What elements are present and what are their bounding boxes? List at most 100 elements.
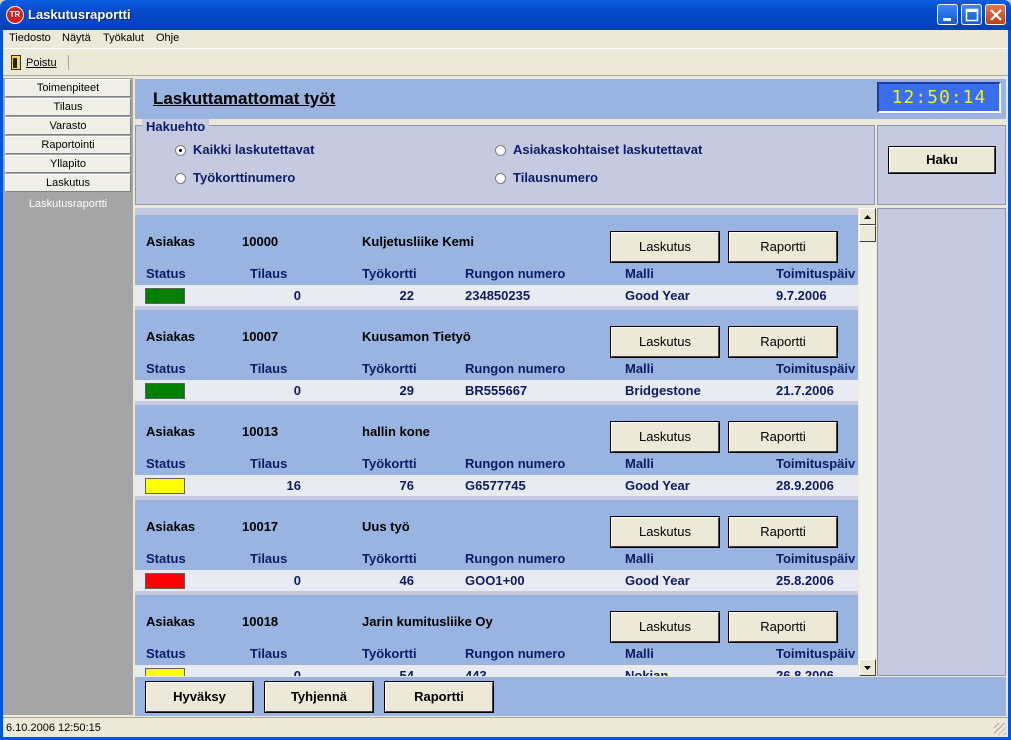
- report-button[interactable]: Raportti: [728, 421, 838, 453]
- customer-name: Kuljetusliike Kemi: [362, 234, 474, 249]
- exit-button[interactable]: Poistu: [26, 57, 57, 69]
- accept-button[interactable]: Hyväksy: [145, 681, 254, 713]
- report-button[interactable]: Raportti: [728, 326, 838, 358]
- invoice-button[interactable]: Laskutus: [610, 421, 720, 453]
- invoice-button[interactable]: Laskutus: [610, 326, 720, 358]
- search-button[interactable]: Haku: [888, 146, 996, 174]
- status-header: Status: [146, 456, 186, 471]
- menu-nayta[interactable]: Näytä: [62, 32, 91, 44]
- chassis-header: Rungon numero: [465, 551, 566, 566]
- order-value: 16: [286, 478, 301, 493]
- sidebar-subitem-laskutusraportti[interactable]: Laskutusraportti: [3, 198, 133, 210]
- delivery-header: Toimituspäiv: [776, 266, 856, 281]
- search-criteria-group: [135, 125, 875, 205]
- list-item: Asiakas 10007 Kuusamon Tietyö Laskutus R…: [135, 310, 858, 401]
- customer-id: 10000: [242, 234, 279, 249]
- minimize-button[interactable]: [937, 4, 958, 25]
- model-header: Malli: [625, 456, 654, 471]
- order-value: 0: [293, 573, 301, 588]
- chassis-value: GOO1+00: [465, 573, 525, 588]
- chassis-header: Rungon numero: [465, 646, 566, 661]
- right-empty-panel: [877, 208, 1006, 676]
- table-row[interactable]: 0 22 234850235 Good Year 9.7.2006: [135, 285, 858, 306]
- minimize-icon: [943, 18, 951, 21]
- radio-selected-icon[interactable]: [175, 145, 186, 156]
- model-value: Good Year: [625, 288, 690, 303]
- customer-label: Asiakas: [146, 329, 196, 344]
- sidebar-item-tilaus[interactable]: Tilaus: [5, 98, 131, 116]
- results-scrollbar[interactable]: [859, 208, 876, 676]
- window-title: Laskutusraportti: [28, 7, 131, 22]
- customer-name: Uus työ: [362, 519, 410, 534]
- status-text: 6.10.2006 12:50:15: [6, 722, 101, 734]
- delivery-header: Toimituspäiv: [776, 551, 856, 566]
- table-row[interactable]: 0 29 BR555667 Bridgestone 21.7.2006: [135, 380, 858, 401]
- customer-id: 10013: [242, 424, 279, 439]
- radio-label[interactable]: Kaikki laskutettavat: [193, 142, 314, 157]
- sidebar-item-varasto[interactable]: Varasto: [5, 117, 131, 135]
- delivery-header: Toimituspäiv: [776, 361, 856, 376]
- sidebar-item-laskutus[interactable]: Laskutus: [5, 174, 131, 192]
- sidebar-item-yllapito[interactable]: Yllapito: [5, 155, 131, 173]
- toolbar-separator: [68, 55, 69, 70]
- invoice-button[interactable]: Laskutus: [610, 231, 720, 263]
- maximize-button[interactable]: [961, 4, 982, 25]
- toolbar: Poistu: [3, 48, 1008, 76]
- order-value: 0: [293, 383, 301, 398]
- chassis-value: 443: [465, 668, 487, 676]
- workcard-value: 46: [399, 573, 414, 588]
- delivery-header: Toimituspäiv: [776, 456, 856, 471]
- scroll-down-button[interactable]: [859, 659, 876, 676]
- bottom-report-button[interactable]: Raportti: [384, 681, 494, 713]
- status-indicator: [145, 668, 185, 676]
- resize-grip-icon[interactable]: [994, 723, 1006, 735]
- customer-id: 10007: [242, 329, 279, 344]
- menu-bar: Tiedosto Näytä Työkalut Ohje: [3, 30, 1008, 48]
- order-header: Tilaus: [250, 361, 288, 376]
- customer-name: Kuusamon Tietyö: [362, 329, 471, 344]
- radio-unselected-icon[interactable]: [175, 173, 186, 184]
- chassis-value: G6577745: [465, 478, 526, 493]
- customer-label: Asiakas: [146, 424, 196, 439]
- radio-label[interactable]: Asiakaskohtaiset laskutettavat: [513, 142, 702, 157]
- table-row[interactable]: 16 76 G6577745 Good Year 28.9.2006: [135, 475, 858, 496]
- menu-tiedosto[interactable]: Tiedosto: [9, 32, 51, 44]
- radio-unselected-icon[interactable]: [495, 173, 506, 184]
- radio-label[interactable]: Työkorttinumero: [193, 170, 295, 185]
- list-item: Asiakas 10018 Jarin kumitusliike Oy Lask…: [135, 595, 858, 676]
- delivery-value: 28.9.2006: [776, 478, 834, 493]
- menu-ohje[interactable]: Ohje: [156, 32, 179, 44]
- scroll-up-button[interactable]: [859, 208, 876, 225]
- arrow-up-icon: [864, 215, 871, 219]
- sidebar-item-toimenpiteet[interactable]: Toimenpiteet: [5, 79, 131, 97]
- customer-label: Asiakas: [146, 614, 196, 629]
- scroll-thumb[interactable]: [859, 225, 876, 242]
- customer-name: Jarin kumitusliike Oy: [362, 614, 493, 629]
- page-title: Laskuttamattomat työt: [153, 89, 336, 108]
- radio-unselected-icon[interactable]: [495, 145, 506, 156]
- menu-tyokalut[interactable]: Työkalut: [103, 32, 144, 44]
- radio-label[interactable]: Tilausnumero: [513, 170, 598, 185]
- sidebar-item-raportointi[interactable]: Raportointi: [5, 136, 131, 154]
- table-row[interactable]: 0 54 443 Nokian 26.8.2006: [135, 665, 858, 676]
- order-header: Tilaus: [250, 551, 288, 566]
- report-button[interactable]: Raportti: [728, 516, 838, 548]
- app-icon: TR: [6, 6, 24, 24]
- order-header: Tilaus: [250, 646, 288, 661]
- exit-door-icon[interactable]: [11, 55, 21, 70]
- close-button[interactable]: [985, 4, 1006, 25]
- report-button[interactable]: Raportti: [728, 231, 838, 263]
- model-value: Nokian: [625, 668, 669, 676]
- workcard-header: Työkortti: [362, 551, 417, 566]
- table-row[interactable]: 0 46 GOO1+00 Good Year 25.8.2006: [135, 570, 858, 591]
- status-header: Status: [146, 266, 186, 281]
- model-header: Malli: [625, 266, 654, 281]
- delivery-value: 21.7.2006: [776, 383, 834, 398]
- invoice-button[interactable]: Laskutus: [610, 611, 720, 643]
- clear-button[interactable]: Tyhjennä: [264, 681, 374, 713]
- status-bar: 6.10.2006 12:50:15: [3, 717, 1008, 737]
- status-header: Status: [146, 361, 186, 376]
- invoice-button[interactable]: Laskutus: [610, 516, 720, 548]
- order-value: 0: [293, 288, 301, 303]
- report-button[interactable]: Raportti: [728, 611, 838, 643]
